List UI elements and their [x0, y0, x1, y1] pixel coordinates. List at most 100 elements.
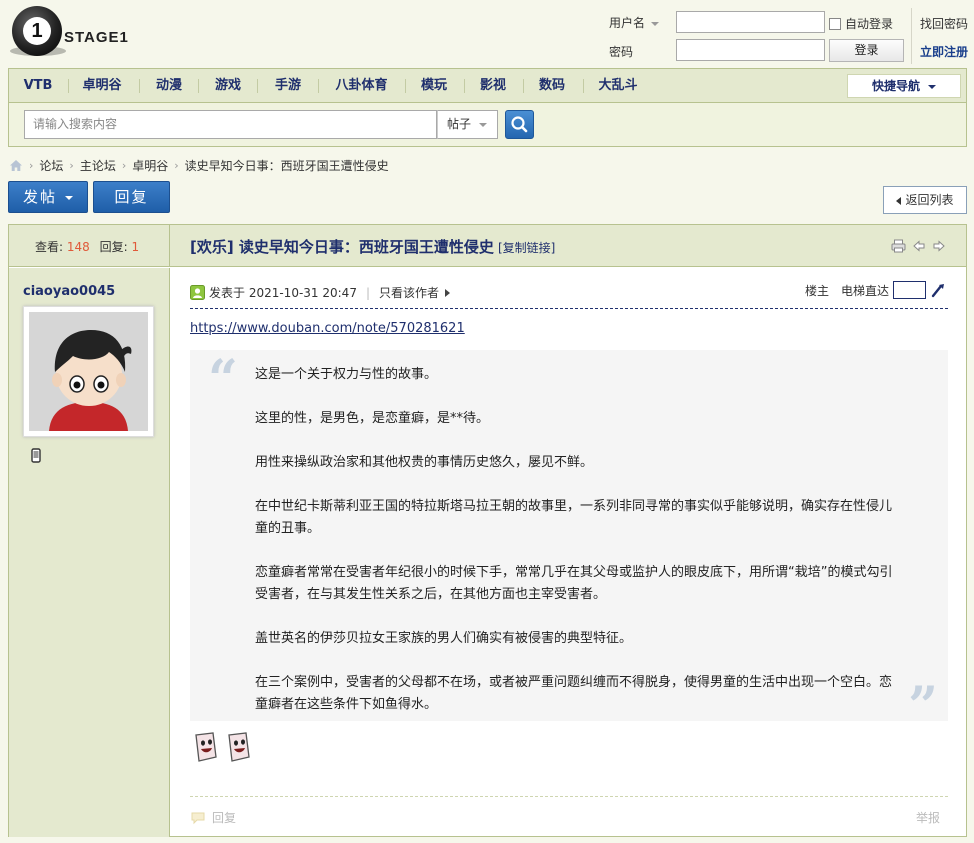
site-logo[interactable]: 1 STAGE1	[10, 6, 140, 56]
breadcrumb-forum[interactable]: 论坛	[39, 157, 63, 174]
floor-number-input[interactable]	[893, 281, 926, 299]
paragraph: 在三个案例中，受害者的父母都不在场，或者被严重问题纠缠而不得脱身，使得男童的生活…	[255, 675, 893, 712]
nav-divider	[464, 79, 465, 93]
thread-stats-cell: 查看: 148 回复: 1	[9, 225, 170, 267]
meta-divider: |	[365, 285, 370, 300]
only-author-link[interactable]: 只看该作者	[379, 284, 439, 301]
quote-content: 这是一个关于权力与性的故事。 这里的性，是男色，是恋童癖，是**待。 用性来操纵…	[255, 364, 895, 716]
reply-action-label: 回复	[212, 811, 237, 825]
chevron-down-icon	[479, 122, 488, 127]
username-input[interactable]	[676, 11, 825, 33]
print-icon[interactable]	[891, 239, 906, 253]
find-password-link[interactable]: 找回密码	[920, 15, 968, 32]
floor-label: 楼主	[804, 283, 829, 298]
checkbox-icon[interactable]	[829, 17, 841, 30]
quote-close-icon: ”	[908, 676, 938, 737]
thread-title: [欢乐] 读史早知今日事：西班牙国王遭性侵史 [复制链接]	[190, 236, 555, 257]
source-link[interactable]: https://www.douban.com/note/570281621	[190, 321, 465, 336]
nav-item-models[interactable]: 模玩	[411, 69, 457, 102]
chevron-down-icon	[928, 84, 936, 89]
replies-label: 回复:	[99, 240, 128, 254]
nav-item-gossip-sports[interactable]: 八卦体育	[324, 69, 399, 102]
copy-link[interactable]: [复制链接]	[498, 241, 555, 255]
auto-login-checkbox[interactable]: 自动登录	[829, 15, 893, 32]
nav-item-mobile-games[interactable]: 手游	[263, 69, 313, 102]
thread-title-cell: [欢乐] 读史早知今日事：西班牙国王遭性侵史 [复制链接]	[170, 225, 966, 267]
nav-divider	[68, 79, 69, 93]
search-type-select[interactable]: 帖子	[437, 110, 498, 139]
avatar-frame[interactable]	[23, 306, 154, 437]
mobile-device-icon	[31, 448, 41, 463]
nav-item-games[interactable]: 游戏	[204, 69, 252, 102]
author-name[interactable]: ciaoyao0045	[23, 284, 115, 299]
breadcrumb-zhuomingu[interactable]: 卓明谷	[132, 157, 168, 174]
home-icon[interactable]	[9, 159, 23, 172]
paragraph: 用性来操纵政治家和其他权贵的事情历史悠久，屡见不鲜。	[255, 455, 594, 470]
next-thread-icon[interactable]	[932, 239, 946, 253]
jump-icon[interactable]	[930, 282, 946, 298]
username-label-text: 用户名	[609, 16, 646, 30]
previous-thread-icon[interactable]	[912, 239, 926, 253]
nav-item-anime[interactable]: 动漫	[145, 69, 193, 102]
thread-tools	[891, 239, 946, 253]
chevron-left-icon	[896, 196, 902, 205]
breadcrumb-thread[interactable]: 读史早知今日事：西班牙国王遭性侵史	[185, 157, 389, 174]
logo-text: STAGE1	[64, 29, 129, 46]
meta-divider-line	[190, 308, 948, 309]
reply-bubble-icon	[191, 812, 205, 824]
search-bar: 请输入搜索内容 帖子	[8, 102, 967, 147]
post-reply-action[interactable]: 回复	[190, 809, 236, 826]
nav-divider	[583, 79, 584, 93]
replies-count: 1	[131, 240, 140, 254]
auto-login-label: 自动登录	[845, 17, 894, 31]
back-to-list-button[interactable]: 返回列表	[883, 186, 967, 214]
quick-nav-dropdown[interactable]: 快捷导航	[847, 74, 961, 98]
emoticons	[193, 731, 251, 763]
post-quote: “ 这是一个关于权力与性的故事。 这里的性，是男色，是恋童癖，是**待。 用性来…	[190, 349, 948, 733]
nav-item-zhuomingu[interactable]: 卓明谷	[74, 69, 130, 102]
chevron-down-icon	[651, 21, 660, 26]
quote-open-icon: “	[208, 349, 238, 410]
breadcrumb-separator-icon: ›	[174, 158, 179, 172]
new-post-button[interactable]: 发帖	[8, 181, 88, 213]
login-button[interactable]: 登录	[829, 39, 904, 62]
breadcrumb-main-forum[interactable]: 主论坛	[80, 157, 116, 174]
online-status-icon	[190, 285, 205, 300]
nav-divider	[405, 79, 406, 93]
avatar-image	[29, 312, 148, 431]
post-body: 发表于 2021-10-31 20:47 | 只看该作者 楼主 电梯直达 htt…	[170, 268, 966, 837]
username-label[interactable]: 用户名	[609, 14, 660, 31]
chevron-right-icon	[445, 288, 451, 297]
jump-to-floor-label: 电梯直达	[840, 283, 889, 298]
footer-divider	[190, 796, 948, 797]
main-nav: VTB 卓明谷 动漫 游戏 手游 八卦体育 模玩 影视 数码 大乱斗 快捷导航	[8, 68, 967, 102]
post-meta: 发表于 2021-10-31 20:47 | 只看该作者	[190, 284, 451, 301]
nav-divider	[139, 79, 140, 93]
paragraph: 恋童癖者常常在受害者年纪很小的时候下手，常常几乎在其父母或监护人的眼皮底下，用所…	[255, 565, 893, 602]
search-input[interactable]: 请输入搜索内容	[24, 110, 437, 139]
grinning-face-emoticon-icon	[195, 732, 217, 762]
reply-button[interactable]: 回复	[93, 181, 170, 213]
breadcrumb-separator-icon: ›	[121, 158, 127, 172]
views-count: 148	[66, 240, 90, 254]
thread-container: 查看: 148 回复: 1 [欢乐] 读史早知今日事：西班牙国王遭性侵史 [复制链…	[8, 224, 967, 837]
nav-item-film-tv[interactable]: 影视	[470, 69, 516, 102]
nav-item-digital[interactable]: 数码	[529, 69, 575, 102]
breadcrumb-separator-icon: ›	[29, 158, 34, 172]
avatar	[29, 312, 148, 431]
nav-item-vtb[interactable]: VTB	[15, 69, 61, 102]
logo-glyph: 1	[23, 17, 51, 45]
password-input[interactable]	[676, 39, 825, 61]
report-link[interactable]: 举报	[916, 809, 940, 826]
author-panel: ciaoyao0045	[9, 268, 170, 837]
breadcrumb-separator-icon: ›	[69, 158, 74, 172]
paragraph: 这是一个关于权力与性的故事。	[255, 367, 438, 382]
logo-mark: 1	[12, 6, 62, 56]
thread-title-text: [欢乐] 读史早知今日事：西班牙国王遭性侵史	[190, 238, 494, 256]
password-label: 密码	[609, 45, 634, 59]
paragraph: 盖世英名的伊莎贝拉女王家族的男人们确实有被侵害的典型特征。	[255, 631, 633, 646]
search-button[interactable]	[505, 110, 534, 139]
register-link[interactable]: 立即注册	[920, 43, 968, 60]
search-placeholder: 请输入搜索内容	[33, 117, 118, 131]
nav-item-brawl[interactable]: 大乱斗	[589, 69, 647, 102]
